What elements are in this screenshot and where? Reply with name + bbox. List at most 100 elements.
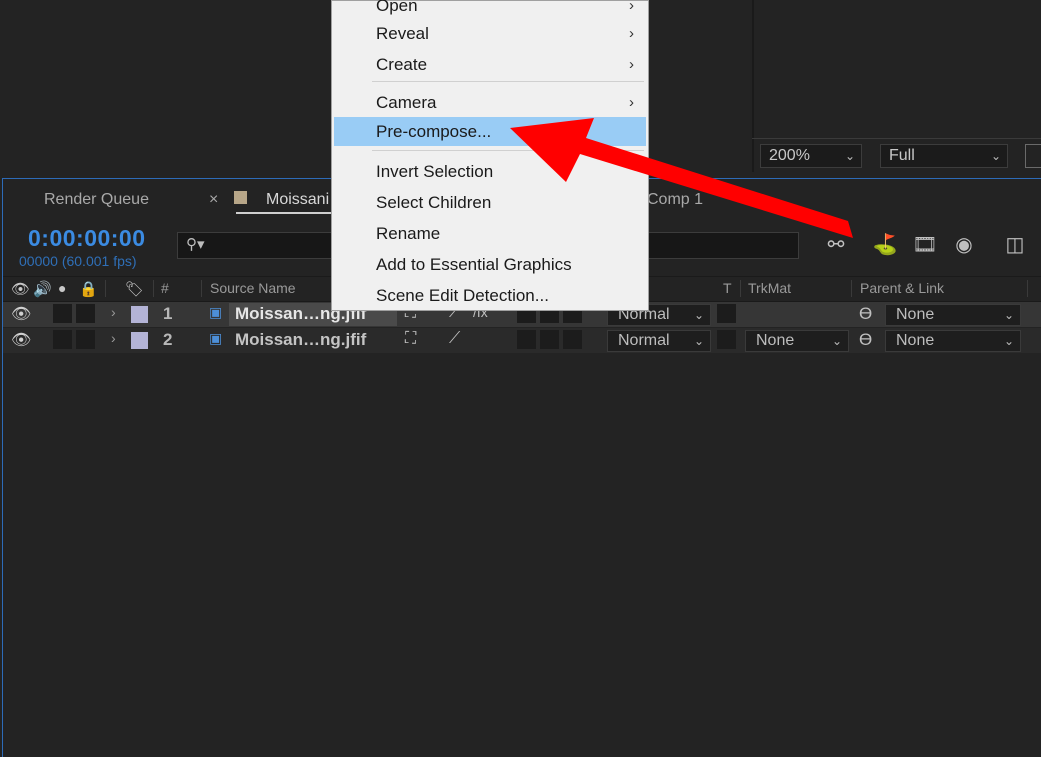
menu-item-label: Camera xyxy=(376,93,437,112)
layer-number: 1 xyxy=(163,304,173,323)
preserve-transparency-toggle[interactable] xyxy=(717,330,736,349)
eye-icon[interactable]: 👁 xyxy=(11,330,31,350)
audio-icon[interactable]: 🔊 xyxy=(33,280,52,298)
chevron-down-icon: ⌄ xyxy=(831,334,842,348)
solo-toggle[interactable] xyxy=(53,330,72,349)
parent-dropdown[interactable]: None ⌄ xyxy=(885,304,1021,326)
solo-toggle[interactable] xyxy=(53,304,72,323)
lock-toggle[interactable] xyxy=(76,304,95,323)
chevron-right-icon: › xyxy=(629,56,634,73)
lock-toggle[interactable] xyxy=(76,330,95,349)
frame-blend-icon[interactable]: 🎞 xyxy=(911,233,939,257)
blend-mode-value: Normal xyxy=(618,332,670,349)
chevron-down-icon: ⌄ xyxy=(990,149,1001,163)
menu-separator xyxy=(372,81,644,82)
chevron-down-icon: ⌄ xyxy=(693,334,704,348)
label-tag-icon[interactable]: 🏷 xyxy=(125,280,144,298)
column-divider xyxy=(851,280,852,297)
zoom-value: 200% xyxy=(769,147,810,164)
layer-label-color[interactable] xyxy=(131,306,148,323)
column-divider xyxy=(740,280,741,297)
chevron-down-icon: ⌄ xyxy=(693,308,704,322)
menu-item-reveal[interactable]: Reveal › xyxy=(334,19,646,48)
switch-box[interactable] xyxy=(540,330,559,349)
zoom-dropdown[interactable]: 200% ⌄ xyxy=(760,144,862,168)
column-parent-link[interactable]: Parent & Link xyxy=(860,280,944,296)
column-number[interactable]: # xyxy=(161,280,169,296)
chevron-down-icon: ⌄ xyxy=(1003,308,1014,322)
chevron-down-icon: ⌄ xyxy=(844,149,855,163)
tab-close-button[interactable]: × xyxy=(209,191,218,209)
tab-label: Moissani xyxy=(266,191,330,208)
shy-icon[interactable]: ⛳ xyxy=(871,233,899,257)
track-matte-dropdown[interactable]: None ⌄ xyxy=(745,330,849,352)
column-t[interactable]: T xyxy=(723,280,732,296)
resolution-dropdown[interactable]: Full ⌄ xyxy=(880,144,1008,168)
menu-item-pre-compose[interactable]: Pre-compose... xyxy=(334,117,646,146)
chevron-right-icon[interactable]: › xyxy=(111,304,116,320)
comp-flowchart-icon[interactable]: ⚯ xyxy=(822,233,850,257)
lock-icon[interactable]: 🔒 xyxy=(79,280,98,298)
menu-item-camera[interactable]: Camera › xyxy=(334,88,646,117)
chevron-right-icon[interactable]: › xyxy=(111,330,116,346)
comp-label-color-swatch xyxy=(234,191,247,204)
eye-icon[interactable]: 👁 xyxy=(11,304,31,324)
spiral-pickwhip-icon[interactable]: ϴ xyxy=(859,304,872,324)
fast-previews-button[interactable] xyxy=(1025,144,1041,168)
menu-item-scene-edit-detection[interactable]: Scene Edit Detection... xyxy=(334,281,646,310)
frame-count-display: 00000 (60.001 fps) xyxy=(19,253,137,269)
menu-item-select-children[interactable]: Select Children xyxy=(334,188,646,217)
column-trkmat[interactable]: TrkMat xyxy=(748,280,791,296)
layer-label-color[interactable] xyxy=(131,332,148,349)
frames-value: 00000 (60.001 fps) xyxy=(19,253,137,269)
chevron-down-icon: ⌄ xyxy=(1003,334,1014,348)
layer-context-menu: Open › Reveal › Create › Camera › Pre-co… xyxy=(331,0,649,311)
menu-item-label: Open xyxy=(376,0,418,15)
tab-render-queue[interactable]: Render Queue xyxy=(44,191,149,209)
graph-editor-icon[interactable]: ◫ xyxy=(1001,233,1029,257)
tab-comp[interactable]: Moissani xyxy=(266,191,329,209)
solo-icon[interactable]: ● xyxy=(58,280,66,296)
viewer-divider xyxy=(752,138,1041,139)
menu-item-label: Add to Essential Graphics xyxy=(376,255,572,274)
layer-source-name[interactable]: Moissan…ng.jfif xyxy=(235,330,366,350)
chevron-right-icon: › xyxy=(629,94,634,111)
menu-item-label: Create xyxy=(376,55,428,74)
tab-label: Comp 1 xyxy=(647,191,704,208)
resolution-value: Full xyxy=(889,147,915,164)
layer-row[interactable]: 👁 › 2 ▣ Moissan…ng.jfif ⛶ ⟋ Normal ⌄ Non… xyxy=(3,328,1041,353)
menu-item-open[interactable]: Open › xyxy=(334,0,646,20)
search-icon: ⚲▾ xyxy=(186,236,205,253)
menu-item-label: Pre-compose... xyxy=(376,122,492,141)
trkmat-value: None xyxy=(756,332,795,349)
menu-item-label: Select Children xyxy=(376,193,492,212)
column-divider xyxy=(105,280,106,297)
chevron-right-icon: › xyxy=(629,25,634,42)
preserve-transparency-toggle[interactable] xyxy=(717,304,736,323)
current-time-display[interactable]: 0:00:00:00 xyxy=(28,225,146,252)
chevron-right-icon: › xyxy=(629,0,634,14)
eye-icon[interactable]: 👁 xyxy=(11,280,30,298)
column-divider xyxy=(1027,280,1028,297)
column-divider xyxy=(201,280,202,297)
motion-blur-icon[interactable]: ◉ xyxy=(950,233,978,257)
menu-item-invert-selection[interactable]: Invert Selection xyxy=(334,157,646,186)
switch-box[interactable] xyxy=(517,330,536,349)
tab-comp-1[interactable]: Comp 1 xyxy=(647,191,703,209)
parent-value: None xyxy=(896,332,935,349)
menu-item-add-to-essential-graphics[interactable]: Add to Essential Graphics xyxy=(334,250,646,279)
spiral-pickwhip-icon[interactable]: ϴ xyxy=(859,330,872,350)
menu-item-rename[interactable]: Rename xyxy=(334,219,646,248)
active-tab-indicator xyxy=(236,212,334,214)
menu-item-create[interactable]: Create › xyxy=(334,50,646,79)
parent-value: None xyxy=(896,306,935,323)
shy-icon[interactable]: ⛶ xyxy=(405,330,416,348)
image-file-icon: ▣ xyxy=(209,330,223,346)
menu-item-label: Scene Edit Detection... xyxy=(376,286,549,305)
parent-dropdown[interactable]: None ⌄ xyxy=(885,330,1021,352)
blend-mode-dropdown[interactable]: Normal ⌄ xyxy=(607,330,711,352)
column-source-name[interactable]: Source Name xyxy=(210,280,296,296)
switch-box[interactable] xyxy=(563,330,582,349)
timecode-value: 0:00:00:00 xyxy=(28,225,146,251)
quality-icon[interactable]: ⟋ xyxy=(449,330,460,348)
